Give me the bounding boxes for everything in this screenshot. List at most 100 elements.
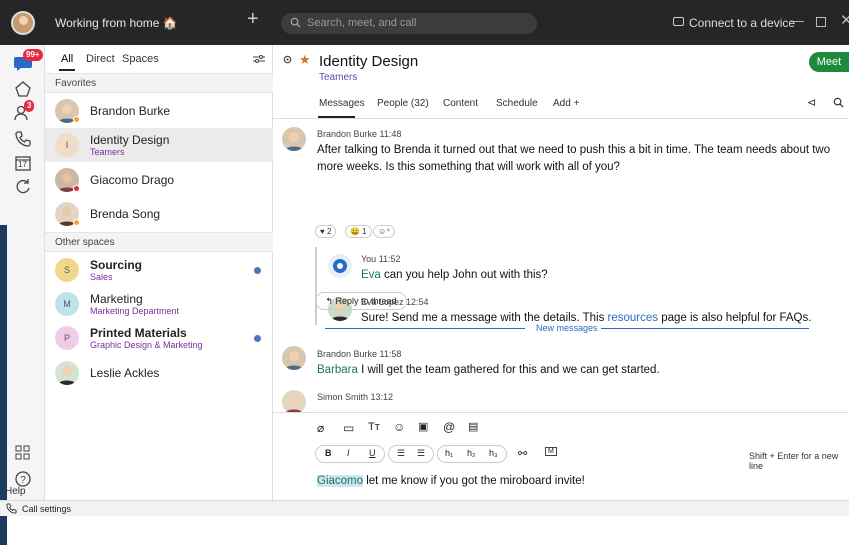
presence-dot [73, 185, 80, 192]
apps-icon[interactable]: ▤ [468, 420, 479, 433]
tab-all[interactable]: All [61, 53, 73, 65]
mention[interactable]: Barbara [317, 364, 358, 376]
gear-icon[interactable] [282, 54, 293, 65]
phone-settings-icon [6, 503, 17, 514]
message-text: After talking to Brenda it turned out th… [317, 144, 831, 173]
bullet-list-button[interactable]: ☰ [397, 448, 405, 459]
connect-device-button[interactable]: Connect to a device [673, 16, 795, 30]
reaction-heart[interactable]: ♥ 2 [315, 225, 337, 238]
pin-icon[interactable]: ⊲ [807, 96, 816, 109]
message-meta: Simon Smith 13:12 [317, 392, 394, 402]
list-item[interactable]: M Marketing Marketing Department [45, 287, 273, 321]
space-team: Sales [90, 272, 113, 282]
avatar-letter: M [63, 299, 71, 309]
markdown-icon[interactable]: M [545, 447, 557, 456]
contact-name: Brenda Song [90, 207, 161, 221]
calendar-nav[interactable]: 17 [13, 153, 33, 173]
list-item[interactable]: Leslie Ackles [45, 356, 273, 390]
avatar-letter: I [65, 140, 69, 150]
list-item[interactable]: S Sourcing Sales [45, 253, 273, 287]
meet-button[interactable]: Meet [809, 52, 849, 72]
filter-icon[interactable] [253, 54, 265, 64]
whiteboard-icon[interactable]: ▭ [343, 421, 354, 435]
tab-underline [318, 116, 355, 118]
maximize-button[interactable] [816, 17, 826, 27]
close-button[interactable]: ✕ [840, 11, 849, 29]
underline-button[interactable]: U [369, 448, 376, 458]
space-header: ★ Identity Design Teamers Meet Messages … [273, 45, 849, 119]
sidebar-tabs: All Direct Spaces [45, 45, 273, 72]
status-bar: Call settings [0, 500, 849, 516]
help-label: Help [5, 486, 26, 497]
emoji-icon[interactable]: ☺ [393, 420, 405, 434]
list-item[interactable]: Brandon Burke [45, 94, 273, 128]
apps-nav[interactable] [13, 443, 33, 463]
avatar-letter: P [63, 333, 70, 343]
search-placeholder: Search, meet, and call [307, 17, 417, 29]
space-name: Printed Materials [90, 326, 187, 340]
heading3-button[interactable]: h₃ [489, 448, 498, 458]
avatar [328, 254, 352, 278]
format-group-lists [388, 445, 434, 463]
italic-button[interactable]: I [347, 448, 350, 458]
tab-schedule[interactable]: Schedule [496, 98, 538, 109]
reply-label: Reply to thread [335, 296, 397, 306]
message-meta: Brandon Burke 11:48 [317, 129, 402, 139]
avatar: M [55, 292, 79, 316]
refresh-nav[interactable] [13, 177, 33, 197]
list-item[interactable]: Brenda Song [45, 197, 273, 231]
teams-icon [15, 81, 31, 97]
rail-accent [0, 225, 7, 545]
search-input[interactable]: Search, meet, and call [281, 13, 537, 34]
heading2-button[interactable]: h₂ [467, 448, 476, 458]
search-icon[interactable] [833, 97, 844, 108]
star-icon[interactable]: ★ [299, 52, 311, 68]
minimize-button[interactable]: — [790, 12, 804, 28]
space-panel: ★ Identity Design Teamers Meet Messages … [273, 45, 849, 500]
list-item[interactable]: I Identity Design Teamers [45, 128, 273, 162]
tab-direct[interactable]: Direct [86, 53, 115, 65]
reply-to-thread-button[interactable]: ↰ Reply to thread [315, 292, 407, 310]
space-team-link[interactable]: Teamers [319, 72, 357, 83]
refresh-icon [16, 179, 30, 194]
contact-team: Teamers [90, 147, 125, 157]
calling-nav[interactable] [13, 129, 33, 149]
mention[interactable]: Eva [361, 269, 381, 281]
call-settings-button[interactable]: Call settings [22, 504, 71, 514]
message-input[interactable]: Giacomo let me know if you got the mirob… [317, 475, 585, 487]
link-icon[interactable]: ⚯ [518, 447, 527, 460]
tab-people[interactable]: People (32) [377, 98, 429, 109]
new-plus-button[interactable]: + [247, 9, 259, 29]
teams-nav[interactable] [13, 79, 33, 99]
mention-icon[interactable]: @ [443, 420, 455, 434]
tab-content[interactable]: Content [443, 98, 478, 109]
avatar [55, 361, 79, 385]
presence-dot [73, 219, 80, 226]
attach-icon[interactable]: ⌀ [317, 421, 328, 435]
list-item[interactable]: P Printed Materials Graphic Design & Mar… [45, 321, 273, 355]
svg-text:?: ? [20, 475, 26, 486]
bold-button[interactable]: B [325, 448, 332, 458]
spaces-sidebar: All Direct Spaces Favorites Brandon Burk… [45, 45, 273, 500]
tab-spaces[interactable]: Spaces [122, 53, 159, 65]
text-format-icon[interactable]: Tт [368, 421, 380, 433]
messaging-nav[interactable]: 99+ [13, 49, 43, 73]
list-item[interactable]: Giacomo Drago [45, 163, 273, 197]
resources-link[interactable]: resources [608, 312, 659, 324]
apps-grid-icon [15, 445, 30, 460]
space-name: Sourcing [90, 258, 143, 272]
space-title: Identity Design [319, 53, 419, 70]
reaction-smile[interactable]: 😀 1 [345, 225, 372, 238]
heading1-button[interactable]: h₁ [445, 448, 453, 458]
add-reaction-button[interactable]: ☺⁺ [373, 225, 396, 238]
numbered-list-button[interactable]: ☰ [417, 448, 425, 459]
gif-icon[interactable]: ▣ [418, 420, 429, 433]
user-status[interactable]: Working from home 🏠 [55, 16, 178, 30]
tab-messages[interactable]: Messages [319, 98, 365, 109]
newline-hint: Shift + Enter for a new line [749, 451, 839, 471]
contact-name: Giacomo Drago [90, 173, 175, 187]
tab-add[interactable]: Add + [553, 98, 579, 109]
user-avatar[interactable] [11, 11, 35, 35]
contacts-nav[interactable]: 3 [13, 100, 35, 123]
presence-dot [73, 116, 80, 123]
